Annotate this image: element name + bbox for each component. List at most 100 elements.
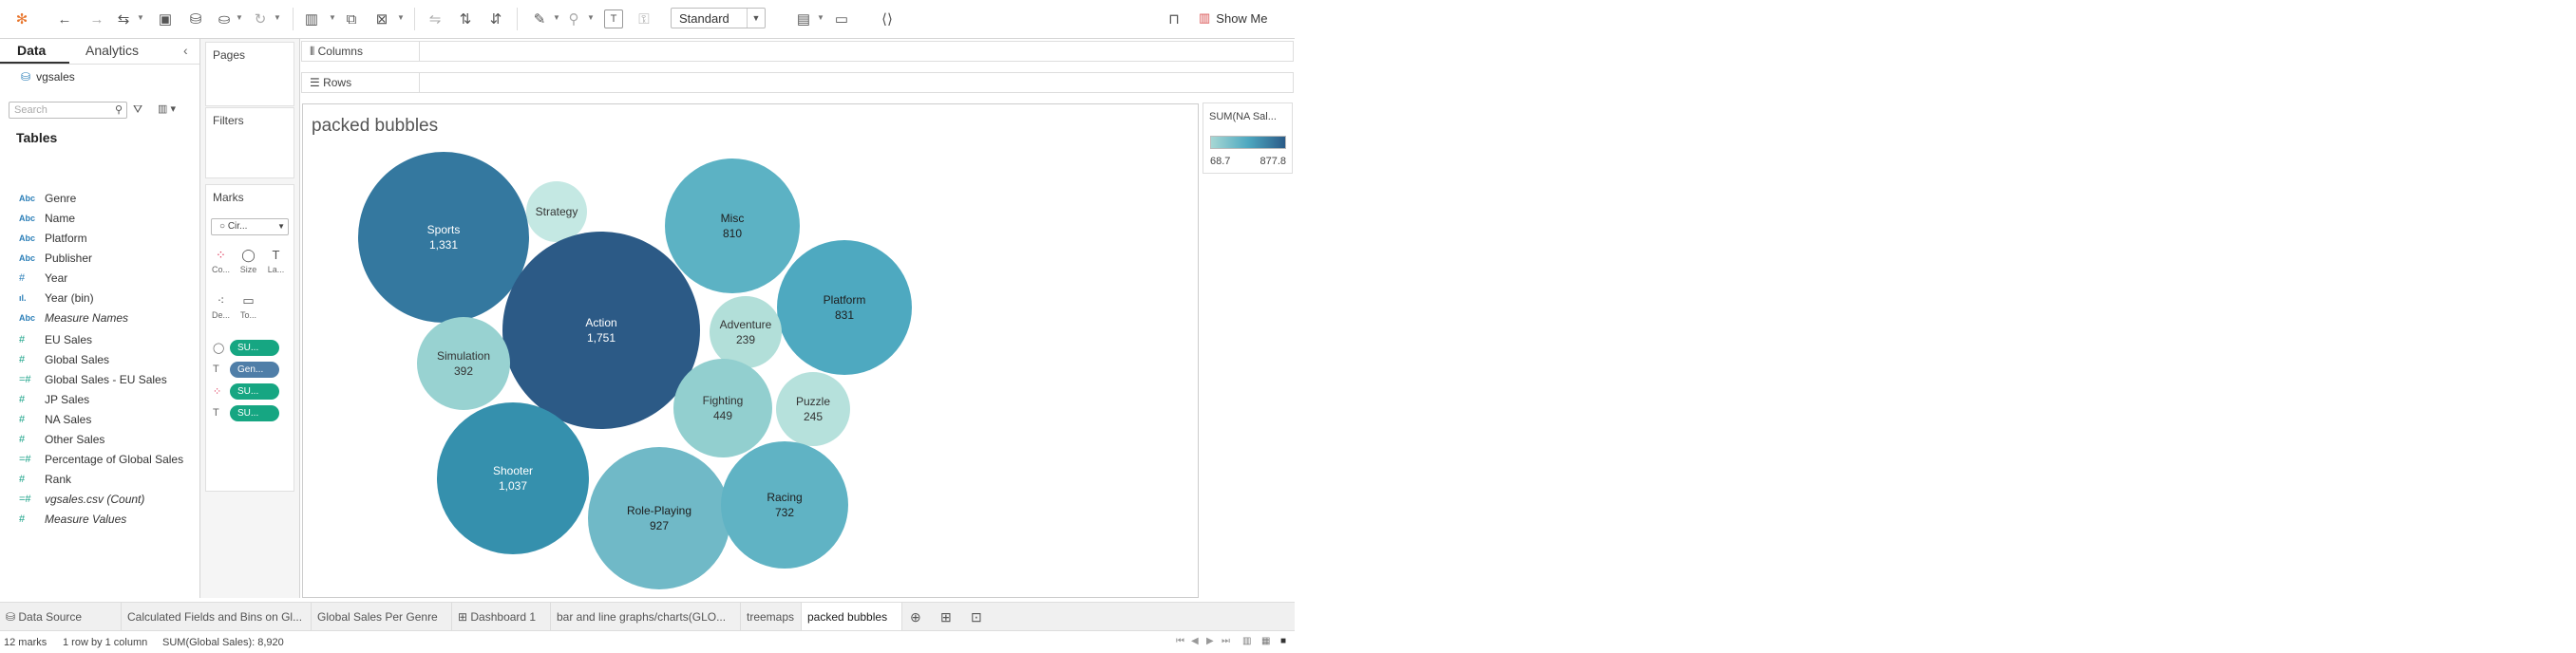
tooltip-button[interactable]: ▭ To... — [237, 291, 260, 324]
tab-analytics[interactable]: Analytics — [85, 43, 139, 58]
bubble-sports[interactable]: Sports 1,331 — [358, 152, 529, 323]
new-worksheet-caret-icon[interactable]: ▼ — [329, 13, 336, 22]
pause-updates-icon[interactable]: ⛀ — [215, 9, 234, 28]
first-sheet-icon[interactable]: ⏮ — [1176, 636, 1184, 646]
redo-icon[interactable]: → — [87, 9, 106, 28]
show-filmstrip-icon[interactable]: ▥ — [1242, 636, 1251, 646]
size-pill[interactable]: SU... — [230, 339, 279, 356]
mark-pill-row[interactable]: ◯ SU... — [213, 339, 279, 356]
swap-axes-icon[interactable]: ⇋ — [426, 9, 445, 28]
field-genre[interactable]: Abc Genre — [19, 191, 76, 206]
view-size-select[interactable]: Standard ▼ — [671, 8, 766, 28]
show-sheet-sorter-icon[interactable]: ▦ — [1261, 636, 1270, 646]
tab-data-source[interactable]: ⛁ Data Source — [0, 603, 122, 631]
save-icon[interactable]: ▣ — [156, 9, 175, 28]
show-cards-caret-icon[interactable]: ▼ — [817, 13, 824, 22]
tab-global-sales-per-genre[interactable]: Global Sales Per Genre — [312, 603, 452, 631]
new-worksheet-tab-icon[interactable]: ⊕ — [910, 609, 921, 625]
show-cards-icon[interactable]: ▤ — [794, 9, 813, 28]
last-sheet-icon[interactable]: ⏭ — [1222, 636, 1230, 646]
tab-dashboard-1[interactable]: ⊞ Dashboard 1 — [452, 603, 551, 631]
fix-axes-icon[interactable]: ⚿ — [635, 9, 653, 28]
filter-icon[interactable]: ⛛ — [133, 103, 142, 117]
bubble-simulation[interactable]: Simulation 392 — [417, 317, 510, 410]
tab-data[interactable]: Data — [17, 43, 46, 58]
clear-caret-icon[interactable]: ▼ — [397, 13, 405, 22]
search-field-input[interactable]: Search ⚲ — [9, 102, 127, 119]
filters-card[interactable]: Filters — [205, 107, 294, 178]
tab-treemaps[interactable]: treemaps — [741, 603, 802, 631]
label-button[interactable]: T La... — [264, 246, 288, 278]
mark-pill-row[interactable]: T SU... — [213, 404, 279, 421]
field-jp-sales[interactable]: # JP Sales — [19, 392, 89, 407]
data-source-item[interactable]: ⛁ vgsales — [21, 70, 75, 84]
bubble-role-playing[interactable]: Role-Playing 927 — [588, 447, 730, 589]
new-dashboard-tab-icon[interactable]: ⊞ — [940, 609, 952, 625]
new-datasource-icon[interactable]: ⛁ — [186, 9, 205, 28]
tab-packed-bubbles[interactable]: packed bubbles — [802, 603, 902, 631]
columns-shelf[interactable]: ⦀ Columns — [301, 41, 1294, 62]
pages-card[interactable]: Pages — [205, 42, 294, 106]
bubble-platform[interactable]: Platform 831 — [777, 240, 912, 375]
bubble-misc[interactable]: Misc 810 — [665, 159, 800, 293]
field-count[interactable]: =# vgsales.csv (Count) — [19, 492, 144, 507]
tab-bar-and-line[interactable]: bar and line graphs/charts(GLO... — [551, 603, 741, 631]
bubble-racing[interactable]: Racing 732 — [721, 441, 848, 569]
collapse-pane-icon[interactable]: ‹ — [183, 43, 188, 58]
label-pill[interactable]: Gen... — [230, 361, 279, 378]
field-rank[interactable]: # Rank — [19, 472, 71, 487]
tableau-logo-icon[interactable]: ✻ — [12, 9, 31, 28]
sort-descending-icon[interactable]: ⇵ — [486, 9, 505, 28]
field-other-sales[interactable]: # Other Sales — [19, 432, 104, 447]
previous-sheet-icon[interactable]: ◀ — [1191, 636, 1199, 646]
size-button[interactable]: ◯ Size — [237, 246, 260, 278]
group-icon[interactable]: ⚲ — [564, 9, 583, 28]
view-options-icon[interactable]: ▥ ▾ — [158, 103, 176, 115]
bubble-adventure[interactable]: Adventure 239 — [710, 296, 782, 368]
highlight-caret-icon[interactable]: ▼ — [553, 13, 560, 22]
detail-button[interactable]: ⁖ De... — [209, 291, 233, 324]
replay-caret-icon[interactable]: ▼ — [137, 13, 144, 22]
presentation-mode-icon[interactable]: ▭ — [832, 9, 851, 28]
tab-calculated-fields[interactable]: Calculated Fields and Bins on Gl... — [122, 603, 312, 631]
rows-shelf[interactable]: ☰ Rows — [301, 72, 1294, 93]
refresh-icon[interactable]: ↻ — [251, 9, 270, 28]
field-measure-names[interactable]: Abc Measure Names — [19, 310, 128, 326]
refresh-caret-icon[interactable]: ▼ — [274, 13, 281, 22]
field-name[interactable]: Abc Name — [19, 211, 75, 226]
bubble-shooter[interactable]: Shooter 1,037 — [437, 402, 589, 554]
field-percentage-global[interactable]: =# Percentage of Global Sales — [19, 452, 183, 467]
clear-sheet-icon[interactable]: ⊠ — [372, 9, 391, 28]
field-eu-sales[interactable]: # EU Sales — [19, 332, 92, 347]
field-global-minus-eu[interactable]: =# Global Sales - EU Sales — [19, 372, 167, 387]
duplicate-sheet-icon[interactable]: ⧉ — [342, 9, 361, 28]
replay-icon[interactable]: ⇆ — [114, 9, 133, 28]
new-worksheet-icon[interactable]: ▥ — [302, 9, 321, 28]
highlight-icon[interactable]: ✎ — [530, 9, 549, 28]
color-button[interactable]: ⁘ Co... — [209, 246, 233, 278]
field-platform[interactable]: Abc Platform — [19, 231, 87, 246]
show-me-button[interactable]: ▥ Show Me — [1199, 9, 1268, 28]
pin-icon[interactable]: ⊓ — [1165, 9, 1184, 28]
bubble-action[interactable]: Action 1,751 — [502, 232, 700, 429]
mark-type-dropdown[interactable]: ○ Cir... ▼ — [211, 218, 289, 235]
field-year-bin[interactable]: ıl. Year (bin) — [19, 290, 94, 306]
field-year[interactable]: # Year — [19, 271, 67, 286]
pause-caret-icon[interactable]: ▼ — [236, 13, 243, 22]
color-pill[interactable]: SU... — [230, 382, 279, 400]
share-icon[interactable]: ⟨⟩ — [878, 9, 897, 28]
undo-icon[interactable]: ← — [55, 9, 74, 28]
bubble-puzzle[interactable]: Puzzle 245 — [776, 372, 850, 446]
worksheet-view[interactable]: packed bubbles Sports 1,331 Strategy Misc 81… — [302, 103, 1199, 598]
next-sheet-icon[interactable]: ▶ — [1206, 636, 1214, 646]
label-pill[interactable]: SU... — [230, 404, 279, 421]
field-na-sales[interactable]: # NA Sales — [19, 412, 91, 427]
show-mark-labels-icon[interactable]: T — [604, 9, 623, 28]
show-tabs-icon[interactable]: ■ — [1280, 636, 1286, 646]
field-publisher[interactable]: Abc Publisher — [19, 251, 92, 266]
mark-pill-row[interactable]: T Gen... — [213, 361, 279, 378]
new-story-tab-icon[interactable]: ⊡ — [971, 609, 982, 625]
field-global-sales[interactable]: # Global Sales — [19, 352, 109, 367]
field-measure-values[interactable]: # Measure Values — [19, 512, 126, 527]
bubble-strategy[interactable]: Strategy — [526, 181, 587, 242]
